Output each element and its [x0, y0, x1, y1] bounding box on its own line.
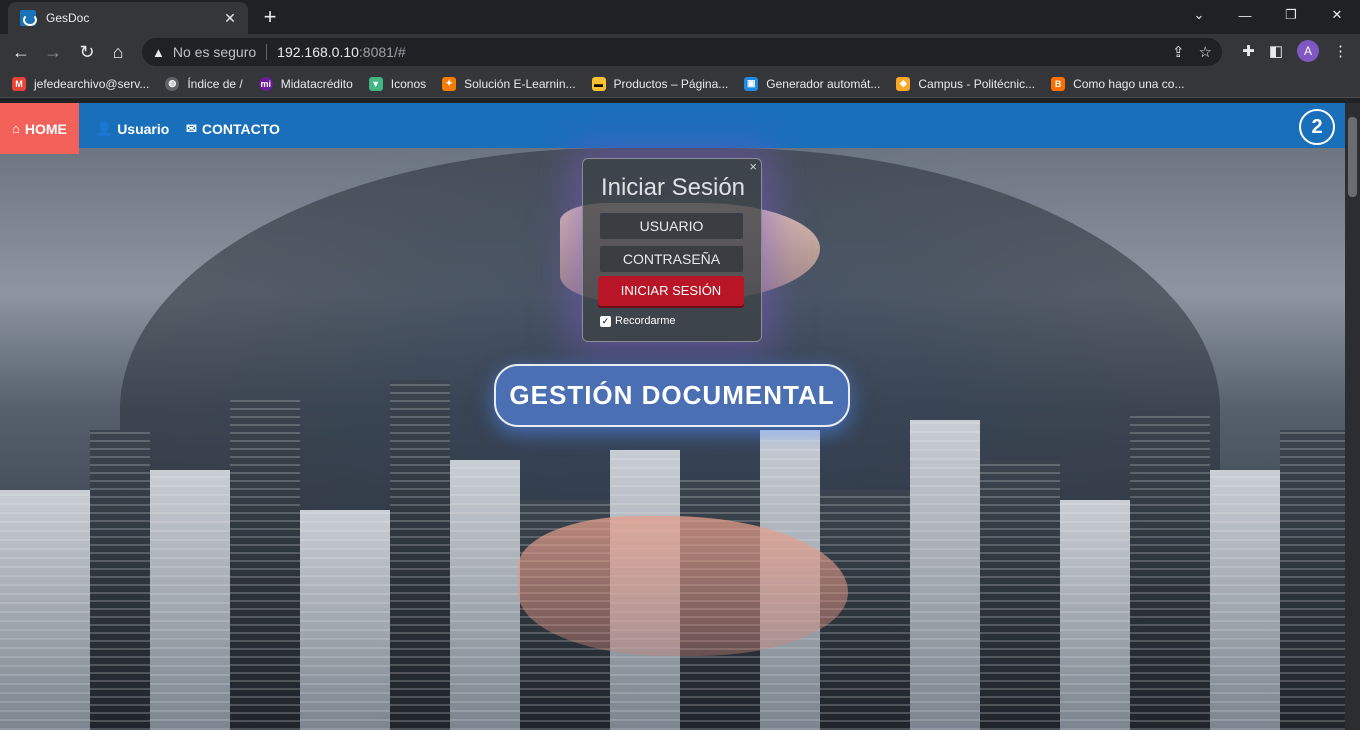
home-icon[interactable]: ⌂: [105, 40, 131, 64]
bookmark-label: Índice de /: [187, 76, 243, 91]
menu-kebab-icon[interactable]: ⋮: [1333, 42, 1348, 60]
envelope-icon: ✉: [186, 120, 197, 136]
url-host[interactable]: 192.168.0.10: [277, 44, 359, 60]
bookmark-item[interactable]: ▼ Iconos: [368, 76, 427, 91]
bookmark-label: Productos – Página...: [613, 76, 729, 91]
nav-contacto-label: CONTACTO: [201, 120, 280, 137]
close-icon[interactable]: ×: [749, 159, 757, 174]
close-tab-icon[interactable]: ✕: [222, 10, 238, 27]
midatacredito-icon: mi: [258, 76, 273, 91]
password-input[interactable]: CONTRASEÑA: [600, 246, 743, 272]
reload-icon[interactable]: ↻: [74, 40, 100, 64]
side-panel-icon[interactable]: ◧: [1269, 42, 1283, 60]
profile-avatar[interactable]: A: [1297, 40, 1319, 62]
tab-title: GesDoc: [46, 11, 90, 25]
generador-icon: ▣: [744, 76, 759, 91]
username-input[interactable]: USUARIO: [600, 213, 743, 239]
omnibox-divider: [266, 44, 268, 60]
brand-logo[interactable]: 2: [1299, 109, 1335, 145]
gestion-documental-banner: GESTIÓN DOCUMENTAL: [494, 364, 850, 427]
bookmark-item[interactable]: ▬ Productos – Página...: [591, 76, 729, 91]
bookmark-item[interactable]: ✦ Solución E-Learnin...: [442, 76, 576, 91]
tab-search-chevron-icon[interactable]: ⌄: [1176, 0, 1222, 30]
extension-area: ✚ ◧ A ⋮: [1242, 40, 1348, 62]
bookmarks-bar: Mjefedearchivo@serv... ◍ Índice de / mi Mi…: [0, 70, 1360, 98]
bookmark-item[interactable]: Mjefedearchivo@serv...: [12, 76, 150, 91]
productos-icon: ▬: [591, 76, 606, 91]
site-navbar: ⌂ HOME 👤 Usuario ✉ CONTACTO 2: [0, 103, 1345, 154]
nav-usuario[interactable]: 👤 Usuario: [84, 103, 181, 154]
elearning-icon: ✦: [442, 76, 457, 91]
bookmark-item[interactable]: mi Midatacrédito: [258, 76, 353, 91]
globe-icon: ◍: [165, 76, 180, 91]
bookmark-label: Como hago una co...: [1073, 76, 1185, 91]
login-title: Iniciar Sesión: [600, 174, 746, 201]
share-icon[interactable]: ⇪: [1172, 43, 1185, 61]
bookmark-label: Iconos: [390, 76, 427, 91]
address-bar[interactable]: ▲ No es seguro 192.168.0.10 :8081/# ⇪ ☆: [142, 38, 1222, 66]
remember-label: Recordarme: [615, 315, 676, 327]
close-window-icon[interactable]: ✕: [1314, 0, 1360, 30]
bookmark-item[interactable]: B Como hago una co...: [1051, 76, 1185, 91]
campus-icon: ◆: [896, 76, 911, 91]
remember-checkbox[interactable]: ✓: [600, 315, 611, 327]
bookmark-item[interactable]: ▣ Generador automát...: [744, 76, 881, 91]
bookmark-label: Generador automát...: [766, 76, 881, 91]
gmail-icon: M: [12, 76, 26, 91]
login-submit-button[interactable]: INICIAR SESIÓN: [598, 276, 744, 306]
bookmark-label: Solución E-Learnin...: [464, 76, 576, 91]
home-icon: ⌂: [12, 121, 20, 136]
forward-arrow-icon[interactable]: →: [40, 40, 66, 64]
vue-icon: ▼: [368, 76, 383, 91]
gesdoc-favicon-icon: [20, 10, 37, 26]
restore-icon[interactable]: ❐: [1268, 0, 1314, 30]
window-controls: ⌄ — ❐ ✕: [1176, 0, 1360, 30]
nav-home[interactable]: ⌂ HOME: [0, 103, 79, 154]
user-icon: 👤: [96, 120, 113, 136]
back-arrow-icon[interactable]: ←: [8, 40, 34, 64]
remember-me[interactable]: ✓ Recordarme: [600, 315, 676, 327]
bookmark-label: jefedearchivo@serv...: [34, 76, 150, 91]
bookmark-star-icon[interactable]: ☆: [1199, 43, 1212, 61]
bookmark-item[interactable]: ◆ Campus - Politécnic...: [896, 76, 1036, 91]
nav-usuario-label: Usuario: [117, 120, 170, 137]
warning-triangle-icon[interactable]: ▲: [152, 45, 165, 60]
page-viewport: ⌂ HOME 👤 Usuario ✉ CONTACTO 2 × Iniciar …: [0, 103, 1345, 730]
url-path[interactable]: :8081/#: [359, 44, 406, 60]
tab-strip: GesDoc ✕ + ⌄ — ❐ ✕: [0, 0, 1360, 34]
bookmark-item[interactable]: ◍ Índice de /: [165, 76, 243, 91]
bookmark-label: Campus - Politécnic...: [918, 76, 1036, 91]
login-panel: × Iniciar Sesión USUARIO CONTRASEÑA INIC…: [582, 158, 762, 342]
nav-contacto[interactable]: ✉ CONTACTO: [174, 103, 292, 154]
browser-tab[interactable]: GesDoc ✕: [8, 2, 248, 34]
security-label[interactable]: No es seguro: [173, 44, 256, 60]
omnibox-actions: ⇪ ☆: [1172, 43, 1212, 61]
page-scrollbar[interactable]: [1345, 103, 1360, 730]
browser-toolbar: ← → ↻ ⌂ ▲ No es seguro 192.168.0.10 :808…: [0, 34, 1360, 70]
nav-home-label: HOME: [24, 120, 67, 137]
scrollbar-thumb[interactable]: [1348, 117, 1357, 197]
new-tab-button[interactable]: +: [258, 6, 282, 30]
blogger-icon: B: [1051, 76, 1066, 91]
minimize-icon[interactable]: —: [1222, 0, 1268, 30]
extensions-puzzle-icon[interactable]: ✚: [1242, 42, 1255, 60]
bookmark-label: Midatacrédito: [280, 76, 353, 91]
